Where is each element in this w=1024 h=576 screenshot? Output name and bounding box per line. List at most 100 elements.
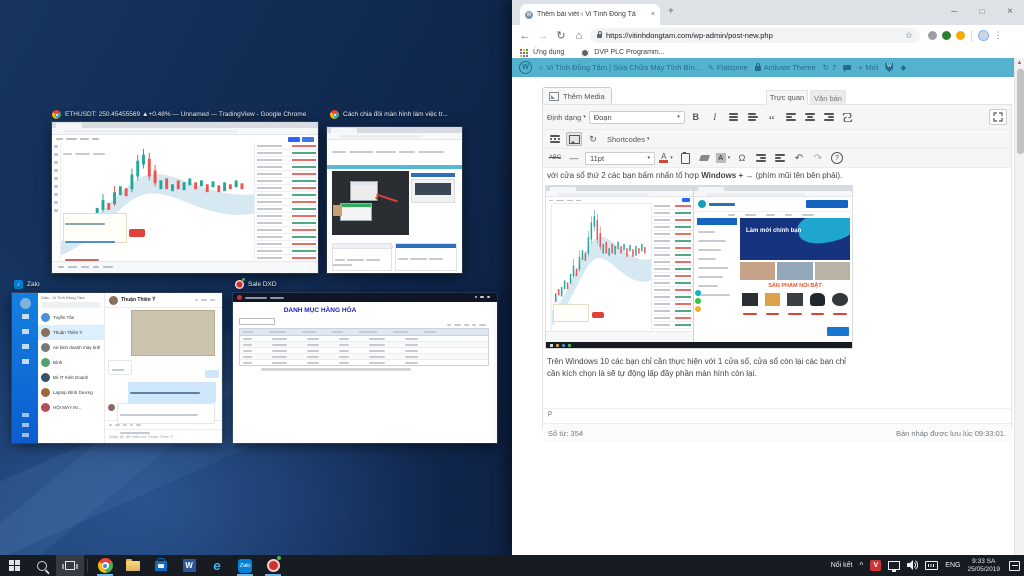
adminbar-security-plugin[interactable]: W — [885, 63, 893, 72]
browser-tab-active[interactable]: W Thêm bài viết ‹ Vi Tính Đồng Tâ × — [520, 4, 660, 25]
numbered-list-button[interactable] — [745, 110, 761, 124]
format-dropdown[interactable]: Định dạng▾ — [547, 113, 586, 122]
task-view-button[interactable] — [56, 555, 84, 576]
align-left-button[interactable] — [783, 110, 799, 124]
taskbar-word-icon[interactable]: W — [175, 555, 203, 576]
help-button[interactable]: ? — [829, 151, 845, 165]
taskbar-saledxd-icon[interactable] — [259, 555, 287, 576]
tray-volume-icon[interactable] — [907, 560, 918, 572]
zalo-contact-row[interactable]: HỘI MÁY IN... — [38, 400, 104, 415]
window-thumbnail-article[interactable] — [327, 127, 462, 273]
window-minimize-button[interactable]: – — [940, 0, 968, 22]
indent-button[interactable] — [772, 151, 788, 165]
editor-content[interactable]: với cửa sổ thứ 2 các bạn bấm nhấn tổ hợp… — [543, 168, 1011, 408]
adminbar-builder[interactable]: ◆ — [900, 63, 906, 72]
window-maximize-button[interactable]: □ — [968, 0, 996, 22]
align-center-button[interactable] — [802, 110, 818, 124]
toolbar-toggle-button[interactable] — [566, 132, 582, 146]
undo-button[interactable]: ↶ — [791, 151, 807, 165]
chrome-menu-icon[interactable]: ⋮ — [989, 30, 1007, 41]
adminbar-comments[interactable] — [843, 65, 851, 70]
align-right-button[interactable] — [821, 110, 837, 124]
back-button[interactable]: ← — [516, 30, 534, 42]
window-thumbnail-zalo[interactable]: Zalo - Vi Tính Đồng Tâm Tuyền Tân Thuận … — [12, 293, 222, 443]
forward-button[interactable]: → — [534, 30, 552, 42]
zalo-contact-row-selected[interactable]: Thuận Thiên Ý — [38, 325, 104, 340]
horizontal-rule-button[interactable]: — — [566, 151, 582, 165]
window-close-button[interactable]: × — [996, 0, 1024, 22]
bold-button[interactable]: B — [688, 110, 704, 124]
special-character-button[interactable]: Ω — [734, 151, 750, 165]
profile-avatar[interactable] — [978, 30, 989, 41]
wordpress-logo-icon[interactable]: W — [519, 61, 532, 74]
tray-clock[interactable]: 9:33 SA25/05/2019 — [967, 558, 1000, 574]
fullscreen-button[interactable] — [989, 109, 1007, 125]
start-button[interactable] — [0, 555, 28, 576]
action-center-icon[interactable] — [1009, 561, 1020, 571]
tray-v-app-icon[interactable]: V — [870, 560, 881, 571]
adminbar-theme-link[interactable]: ✎Flatsome — [708, 63, 748, 72]
font-size-select[interactable]: 11pt▾ — [585, 152, 655, 165]
clear-formatting-button[interactable] — [696, 151, 712, 165]
zalo-contact-row[interactable]: Bình — [38, 355, 104, 370]
tray-connect-label[interactable]: Nối kết — [831, 562, 853, 569]
scrollbar-up-arrow[interactable]: ▲ — [1015, 58, 1024, 68]
taskbar-file-explorer-icon[interactable] — [119, 555, 147, 576]
address-bar[interactable]: https://vitinhdongtam.com/wp-admin/post-… — [590, 28, 920, 43]
tab-close-icon[interactable]: × — [651, 11, 655, 18]
bookmark-dvp-label[interactable]: DVP PLC Programm... — [594, 49, 664, 56]
show-hidden-icons[interactable]: ^ — [860, 561, 864, 570]
refresh-button[interactable]: ↻ — [585, 132, 601, 146]
outdent-button[interactable] — [753, 151, 769, 165]
strikethrough-button[interactable]: ABC — [547, 151, 563, 165]
zalo-photo-message[interactable] — [131, 310, 215, 356]
adminbar-updates[interactable]: ↻7 — [823, 63, 836, 72]
redo-button[interactable]: ↷ — [810, 151, 826, 165]
content-image-splitscreen[interactable]: Làm mới chính bạn SẢN PHẨM NỔI BẬT — [546, 186, 852, 348]
zalo-chat-actions[interactable] — [195, 293, 218, 309]
add-media-button[interactable]: Thêm Media — [542, 87, 612, 105]
blockquote-button[interactable]: “ — [764, 107, 780, 127]
tab-text[interactable]: Văn bản — [810, 90, 846, 105]
paste-as-text-button[interactable] — [677, 151, 693, 165]
zalo-contact-row[interactable]: Bé IT Kinh Doanh — [38, 370, 104, 385]
more-tag-button[interactable] — [547, 132, 563, 146]
shortcodes-dropdown[interactable]: Shortcodes▾ — [607, 135, 649, 144]
home-button[interactable]: ⌂ — [570, 30, 588, 42]
tab-visual[interactable]: Trực quan — [766, 90, 808, 105]
bookmark-apps-label[interactable]: Ứng dụng — [533, 49, 564, 56]
extension-icon-green[interactable] — [942, 31, 951, 40]
taskbar-chrome-icon[interactable] — [91, 555, 119, 576]
reload-button[interactable]: ↻ — [552, 29, 570, 42]
zalo-search-input[interactable] — [41, 302, 101, 308]
new-tab-button[interactable]: + — [668, 6, 674, 17]
highlight-color-button[interactable]: A▾ — [715, 151, 731, 165]
table-row[interactable] — [240, 360, 488, 365]
zalo-contact-row[interactable]: Ae kinh doanh máy tính Sài... — [38, 340, 104, 355]
zalo-contact-row[interactable]: Tuyền Tân — [38, 310, 104, 325]
adminbar-new-menu[interactable]: +Mới — [858, 63, 878, 72]
italic-button[interactable]: I — [707, 110, 723, 124]
extension-icon-gray[interactable] — [928, 31, 937, 40]
text-color-button[interactable]: A▾ — [658, 151, 674, 165]
adminbar-site-link[interactable]: ⌂Vi Tính Đồng Tâm | Sửa Chữa Máy Tính Bì… — [539, 63, 701, 72]
tray-keyboard-icon[interactable] — [925, 561, 938, 570]
window-thumbnail-saledxd[interactable]: DANH MỤC HÀNG HÓA — [233, 293, 497, 443]
paragraph-select[interactable]: Đoạn▾ — [589, 111, 685, 124]
page-scrollbar[interactable]: ▲ — [1014, 58, 1024, 555]
scrollbar-thumb[interactable] — [1017, 69, 1024, 154]
taskbar-store-icon[interactable] — [147, 555, 175, 576]
bookmark-star-icon[interactable]: ☆ — [905, 30, 913, 41]
tray-display-icon[interactable] — [888, 561, 900, 570]
saledxd-search-input[interactable] — [239, 318, 275, 325]
taskbar-zalo-icon[interactable]: Zalo — [231, 555, 259, 576]
bullet-list-button[interactable] — [726, 110, 742, 124]
search-button[interactable] — [28, 555, 56, 576]
tray-language[interactable]: ENG — [945, 562, 960, 569]
apps-grid-icon[interactable] — [520, 49, 528, 57]
adminbar-activate-theme[interactable]: Activate Theme — [755, 63, 816, 72]
link-button[interactable] — [840, 110, 856, 124]
zalo-contact-row[interactable]: Laptop Bình Dương — [38, 385, 104, 400]
extension-icon-orange[interactable] — [956, 31, 965, 40]
taskbar-ie-icon[interactable]: e — [203, 555, 231, 576]
